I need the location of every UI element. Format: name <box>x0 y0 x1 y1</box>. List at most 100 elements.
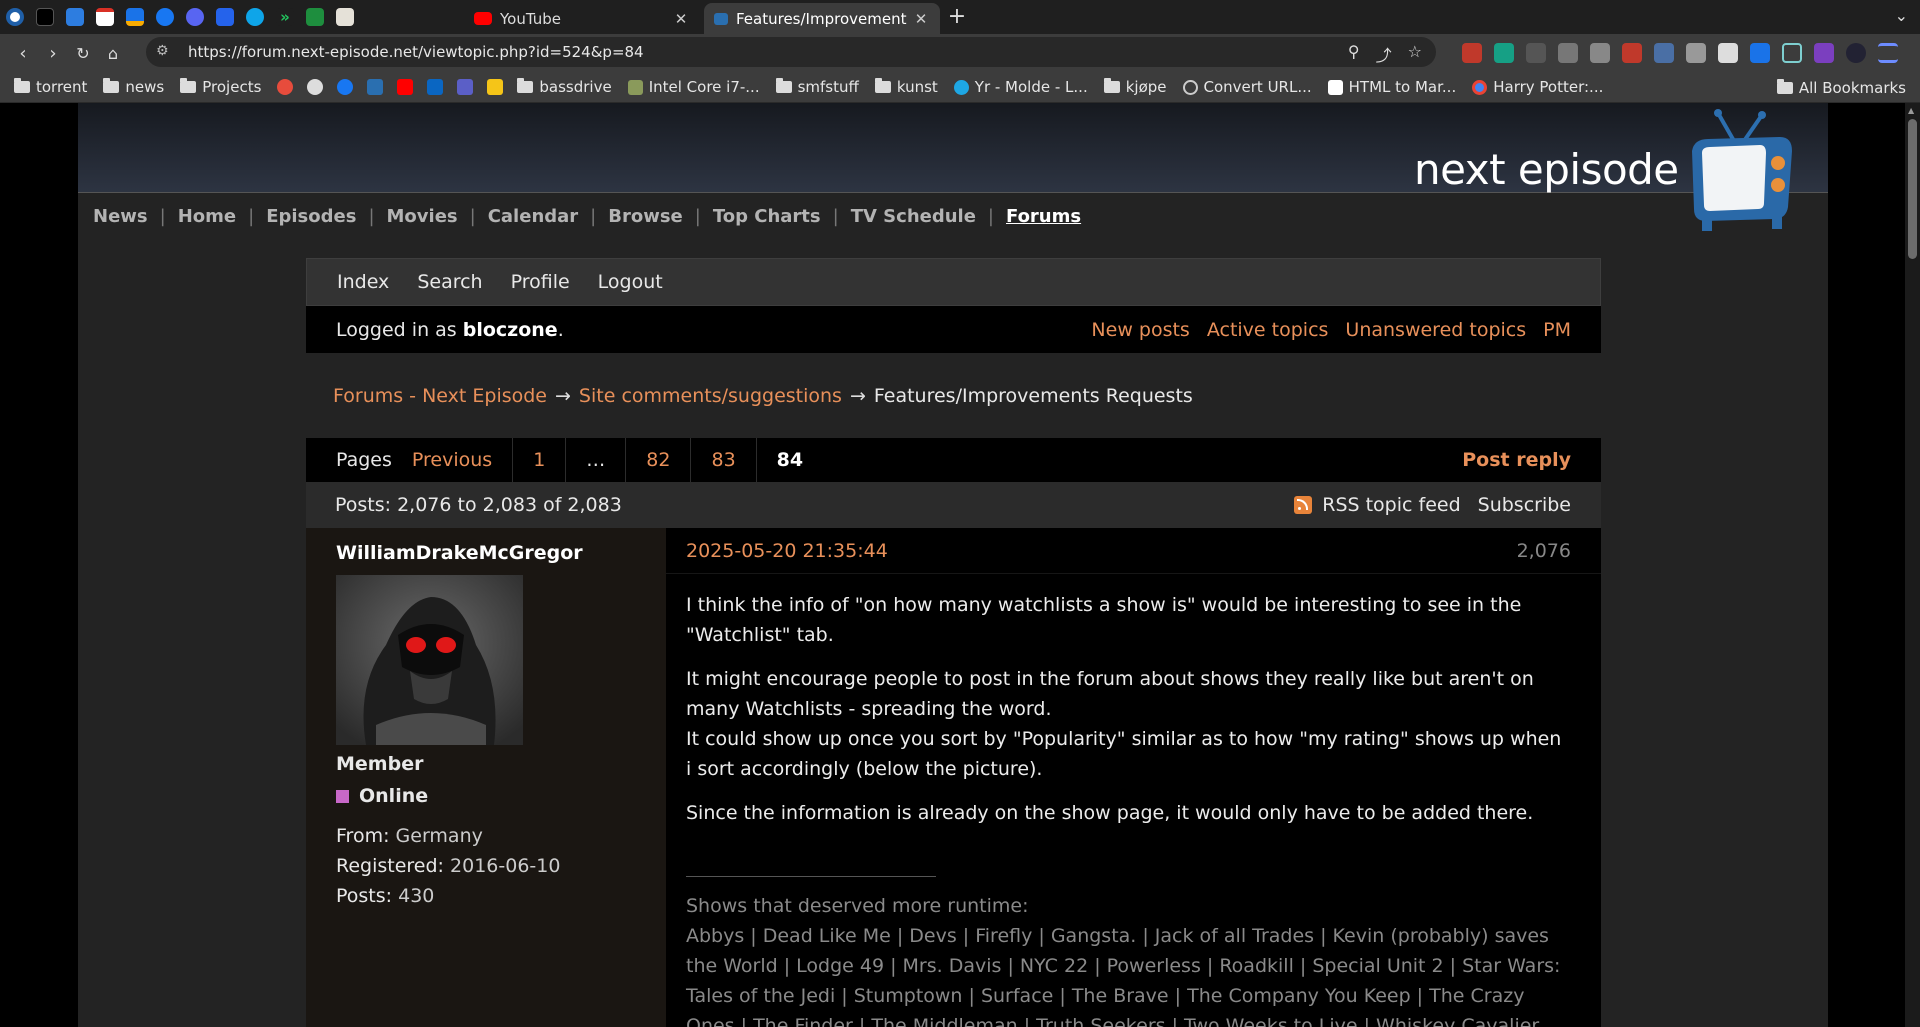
link-new-posts[interactable]: New posts <box>1091 319 1189 341</box>
rss-link[interactable]: RSS topic feed <box>1294 494 1461 516</box>
extension-icon[interactable] <box>1718 43 1738 63</box>
extension-icon[interactable] <box>1814 43 1834 63</box>
nav-forums[interactable]: Forums <box>1006 206 1081 227</box>
site-info-icon[interactable]: ⚙ <box>156 43 169 59</box>
share-icon[interactable]: ⤴ <box>1376 42 1392 66</box>
post-datetime[interactable]: 2025-05-20 21:35:44 <box>686 540 888 562</box>
page-link[interactable]: 1 <box>512 438 565 482</box>
bookmark-icon[interactable] <box>307 79 324 95</box>
menu-icon[interactable] <box>1878 43 1898 63</box>
bookmark-icon-tomato[interactable] <box>277 79 294 95</box>
link-pm[interactable]: PM <box>1543 319 1571 341</box>
link-active-topics[interactable]: Active topics <box>1207 319 1329 341</box>
extension-icon[interactable] <box>1686 43 1706 63</box>
bookmark-folder[interactable]: kunst <box>874 78 938 96</box>
pinned-tab-discord[interactable] <box>180 0 210 34</box>
breadcrumb-category[interactable]: Site comments/suggestions <box>579 385 842 407</box>
bookmark-link[interactable]: Intel Core i7-... <box>627 78 760 96</box>
site-logo-text[interactable]: next episode <box>1414 145 1679 194</box>
extension-icon[interactable] <box>1590 43 1610 63</box>
tv-icon[interactable] <box>367 79 384 95</box>
bookmark-link[interactable]: Convert URL... <box>1182 78 1312 96</box>
author-posts: Posts: 430 <box>336 885 435 907</box>
address-bar[interactable]: ⚙ https://forum.next-episode.net/viewtop… <box>146 37 1436 67</box>
bookmark-folder[interactable]: bassdrive <box>517 78 612 96</box>
nav-browse[interactable]: Browse <box>608 206 683 227</box>
nav-news[interactable]: News <box>93 206 148 227</box>
labs-icon[interactable] <box>1782 43 1802 63</box>
bookmark-icon[interactable]: ☆ <box>1408 42 1422 66</box>
nav-home[interactable]: Home <box>178 206 236 227</box>
post-reply-button[interactable]: Post reply <box>1462 449 1571 471</box>
bookmark-folder[interactable]: smfstuff <box>775 78 859 96</box>
author-name[interactable]: WilliamDrakeMcGregor <box>336 542 636 564</box>
pinned-tab-messenger[interactable] <box>150 0 180 34</box>
pinned-tab-1[interactable] <box>0 0 30 34</box>
nav-tv-schedule[interactable]: TV Schedule <box>851 206 976 227</box>
menu-search[interactable]: Search <box>417 271 482 293</box>
home-button[interactable]: ⌂ <box>98 38 128 68</box>
scrollbar[interactable]: ▲ <box>1905 103 1920 1027</box>
url-text[interactable]: https://forum.next-episode.net/viewtopic… <box>188 43 644 61</box>
youtube-icon[interactable] <box>397 79 414 95</box>
extension-icon[interactable] <box>1654 43 1674 63</box>
bookmark-folder[interactable]: news <box>103 78 164 96</box>
page-link[interactable]: 82 <box>625 438 690 482</box>
close-tab-icon[interactable]: ✕ <box>912 10 930 28</box>
extension-icon[interactable] <box>1622 43 1642 63</box>
nav-top-charts[interactable]: Top Charts <box>713 206 821 227</box>
breadcrumb-forums[interactable]: Forums - Next Episode <box>333 385 547 407</box>
extension-icon[interactable] <box>1558 43 1578 63</box>
avatar[interactable] <box>1846 43 1866 63</box>
pinned-tab-3[interactable] <box>60 0 90 34</box>
tab-features[interactable]: Features/Improvement ✕ <box>704 3 940 34</box>
pinned-tab-10[interactable]: » <box>270 0 300 34</box>
pinned-tab-2[interactable] <box>30 0 60 34</box>
pinned-tab-5[interactable] <box>120 0 150 34</box>
bookmark-folder[interactable]: kjøpe <box>1103 78 1167 96</box>
teams-icon[interactable] <box>457 79 474 95</box>
page-link[interactable]: 83 <box>690 438 755 482</box>
tv-logo-icon[interactable] <box>1688 109 1798 237</box>
post-number[interactable]: 2,076 <box>1517 540 1571 562</box>
bookmark-link[interactable]: HTML to Mar... <box>1327 78 1456 96</box>
puzzle-icon[interactable] <box>1750 43 1770 63</box>
bookmark-folder[interactable]: torrent <box>14 78 87 96</box>
signature-text: Abbys | Dead Like Me | Devs | Firefly | … <box>686 925 1561 1027</box>
subscribe-link[interactable]: Subscribe <box>1478 494 1571 516</box>
tab-youtube[interactable]: YouTube ✕ <box>464 3 700 34</box>
nav-movies[interactable]: Movies <box>387 206 458 227</box>
page-previous[interactable]: Previous <box>412 438 512 482</box>
pinned-tab-sheets[interactable] <box>300 0 330 34</box>
pinned-tab-gmail[interactable] <box>90 0 120 34</box>
menu-logout[interactable]: Logout <box>598 271 663 293</box>
nav-separator: | <box>248 206 255 227</box>
new-tab-button[interactable]: + <box>944 4 970 29</box>
zoom-icon[interactable]: ⚲ <box>1348 42 1360 66</box>
extension-icon[interactable] <box>1462 43 1482 63</box>
forward-button[interactable]: › <box>38 38 68 68</box>
tab-list-chevron-icon[interactable]: ⌄ <box>1895 6 1908 25</box>
pinned-tab-12[interactable] <box>330 0 360 34</box>
imdb-icon[interactable] <box>487 79 504 95</box>
outlook-icon[interactable] <box>427 79 444 95</box>
extension-icon[interactable] <box>1526 43 1546 63</box>
link-unanswered-topics[interactable]: Unanswered topics <box>1345 319 1526 341</box>
facebook-icon[interactable] <box>337 79 354 95</box>
scrollbar-thumb[interactable] <box>1908 119 1917 259</box>
nav-episodes[interactable]: Episodes <box>266 206 356 227</box>
reload-button[interactable]: ↻ <box>68 38 98 68</box>
menu-profile[interactable]: Profile <box>511 271 570 293</box>
pinned-tab-9[interactable] <box>240 0 270 34</box>
bookmark-folder[interactable]: Projects <box>180 78 261 96</box>
all-bookmarks[interactable]: All Bookmarks <box>1776 79 1906 97</box>
bookmark-link[interactable]: Harry Potter:... <box>1472 78 1603 96</box>
bookmark-link[interactable]: Yr - Molde - L... <box>953 78 1088 96</box>
menu-index[interactable]: Index <box>337 271 389 293</box>
scroll-up-icon[interactable]: ▲ <box>1908 106 1914 115</box>
nav-calendar[interactable]: Calendar <box>488 206 578 227</box>
back-button[interactable]: ‹ <box>8 38 38 68</box>
extension-icon[interactable] <box>1494 43 1514 63</box>
pinned-tab-8[interactable] <box>210 0 240 34</box>
close-tab-icon[interactable]: ✕ <box>672 10 690 28</box>
